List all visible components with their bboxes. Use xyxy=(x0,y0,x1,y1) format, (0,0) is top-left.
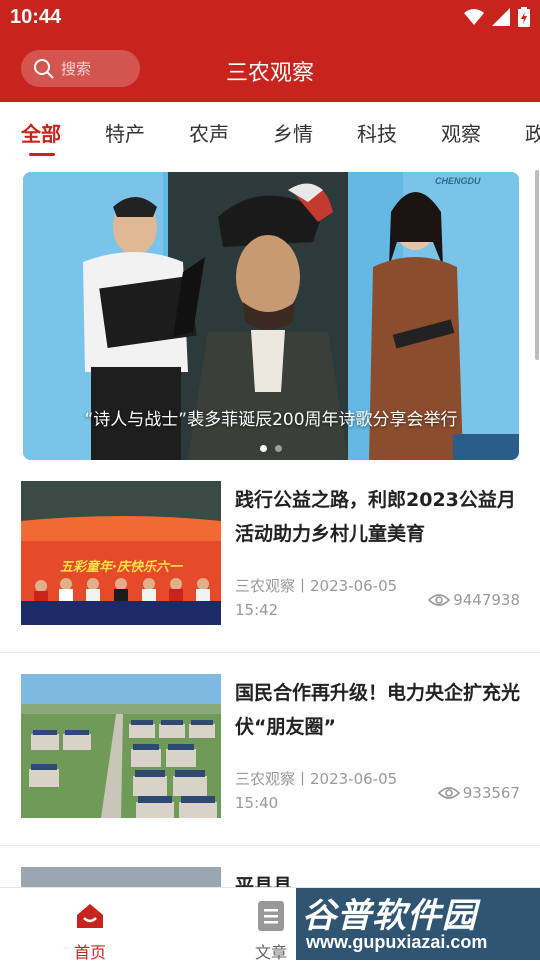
status-bar: 10:44 xyxy=(0,0,540,36)
news-views: 9447938 xyxy=(428,591,520,609)
article-icon xyxy=(258,901,284,931)
nav-home[interactable]: 首页 xyxy=(40,888,140,963)
app-header: 搜索 三农观察 xyxy=(0,36,540,102)
thumbnail-banner-text: 五彩童年·庆快乐六一 xyxy=(60,559,184,575)
scrollbar[interactable] xyxy=(535,170,539,360)
status-time: 10:44 xyxy=(10,6,62,28)
signal-icon xyxy=(492,8,510,26)
active-tab-indicator xyxy=(29,153,55,156)
news-thumbnail xyxy=(21,674,221,818)
news-views: 933567 xyxy=(437,784,520,802)
tab-technology[interactable]: 科技 xyxy=(357,118,397,147)
status-icons xyxy=(464,7,530,27)
banner-caption: “诗人与战士”裴多菲诞辰200周年诗歌分享会举行 xyxy=(84,410,458,430)
home-icon xyxy=(77,904,103,928)
featured-banner[interactable]: CHENGDU “诗人与战士”裴多菲诞辰200周年诗歌分享会举行 xyxy=(23,172,519,460)
watermark-title: 谷普软件园 xyxy=(302,896,477,936)
eye-icon xyxy=(437,787,460,799)
tab-politics[interactable]: 政 xyxy=(525,118,540,147)
watermark: 谷普软件园 www.gupuxiazai.com xyxy=(296,888,540,960)
news-item[interactable]: 五彩童年·庆快乐六一 践行公益之路，利郎2023公益月活动助力乡村儿童美育 三农… xyxy=(0,481,540,655)
tab-hometown[interactable]: 乡情 xyxy=(273,118,313,147)
tab-all[interactable]: 全部 xyxy=(21,118,61,147)
view-count: 933567 xyxy=(462,784,520,802)
category-tabs: 全部 特产 农声 乡情 科技 观察 政 xyxy=(0,102,540,160)
tab-specialty[interactable]: 特产 xyxy=(105,118,145,147)
news-meta: 三农观察丨2023-06-05 15:40 xyxy=(235,770,398,812)
stage-logo: CHENGDU xyxy=(435,176,481,186)
nav-home-label: 首页 xyxy=(73,943,106,962)
news-meta: 三农观察丨2023-06-05 15:42 xyxy=(235,577,398,619)
page-title: 三农观察 xyxy=(225,61,314,86)
view-count: 9447938 xyxy=(453,591,520,609)
divider xyxy=(0,652,540,653)
banner-pagination xyxy=(23,445,519,452)
tab-farmer-voice[interactable]: 农声 xyxy=(189,118,229,147)
news-item[interactable]: 国民合作再升级！电力央企扩充光伏“朋友圈” 三农观察丨2023-06-05 15… xyxy=(0,674,540,848)
watermark-url: www.gupuxiazai.com xyxy=(306,932,488,952)
news-title[interactable]: 践行公益之路，利郎2023公益月活动助力乡村儿童美育 xyxy=(235,483,520,551)
news-item[interactable]: 平县县 xyxy=(0,867,540,887)
battery-icon xyxy=(518,7,530,27)
news-thumbnail xyxy=(21,867,221,887)
news-title[interactable]: 平县县 xyxy=(235,869,520,887)
pagination-dot[interactable] xyxy=(260,445,267,452)
wifi-icon xyxy=(464,9,484,25)
tab-observation[interactable]: 观察 xyxy=(441,118,481,147)
pagination-dot[interactable] xyxy=(275,445,282,452)
news-title[interactable]: 国民合作再升级！电力央企扩充光伏“朋友圈” xyxy=(235,676,520,744)
divider xyxy=(0,845,540,846)
eye-icon xyxy=(428,594,451,606)
news-thumbnail: 五彩童年·庆快乐六一 xyxy=(21,481,221,625)
